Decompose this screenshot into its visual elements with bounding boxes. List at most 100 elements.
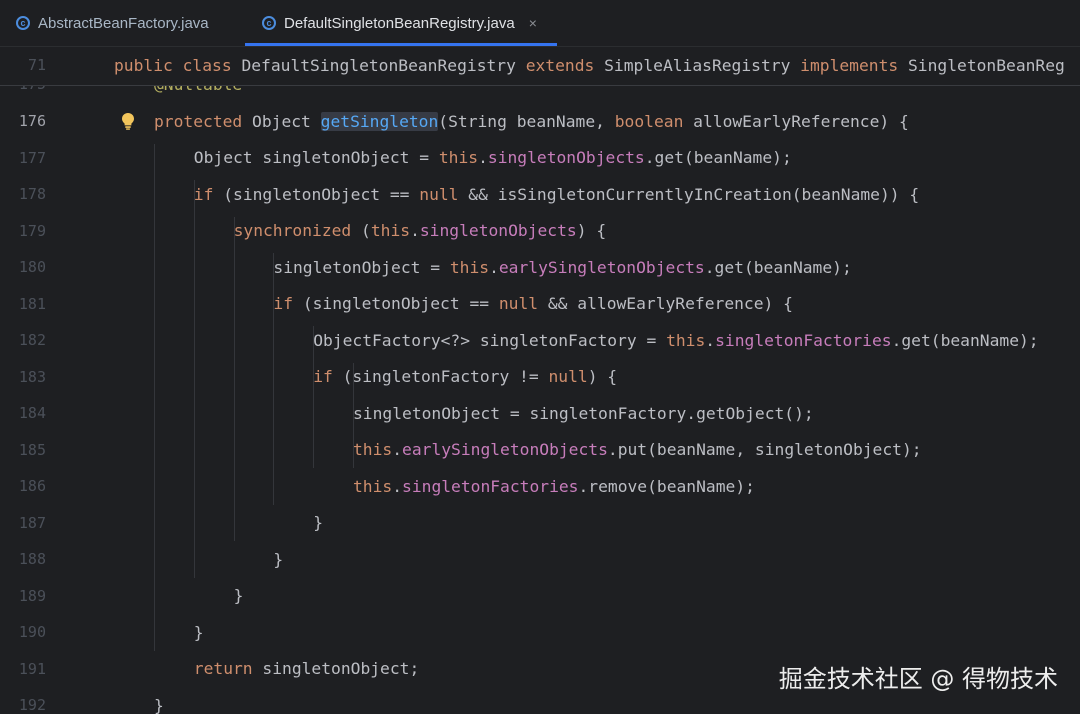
line-number: 175: [0, 85, 46, 93]
code-token: protected: [154, 111, 253, 131]
line-number: 178: [18, 185, 46, 203]
code-token: && allowEarlyReference) {: [547, 294, 793, 313]
annotation-nullable: @Nullable: [154, 85, 242, 94]
code-token: .get(beanName);: [644, 148, 792, 167]
code-line[interactable]: 185 this.earlySingletonObjects.put(beanNa…: [0, 432, 1080, 468]
code-token: allowEarlyReference) {: [693, 111, 909, 131]
line-number: 188: [18, 550, 46, 568]
code-line[interactable]: 188}: [0, 541, 1080, 577]
code-token: singletonObject = singletonFactory.getOb…: [353, 403, 814, 423]
code-editor[interactable]: 71 public class DefaultSingletonBeanRegi…: [0, 47, 1080, 714]
code-token: this: [438, 148, 479, 167]
line-number: 190: [18, 623, 46, 641]
code-token: singletonObjects: [419, 221, 577, 240]
code-token: && isSingletonCurrentlyInCreation(beanNa…: [468, 184, 920, 204]
code-token: earlySingletonObjects: [402, 440, 608, 459]
line-number: 192: [18, 696, 46, 714]
code-token: this: [666, 330, 706, 350]
code-line[interactable]: 182 ObjectFactory<?> singletonFactory = t…: [0, 322, 1080, 358]
code-token: (String beanName,: [438, 111, 615, 131]
code-token: .: [478, 148, 488, 167]
code-token: .: [489, 257, 499, 277]
code-line[interactable]: 179 synchronized (this.singletonObjects) …: [0, 213, 1080, 249]
code-line[interactable]: 180 singletonObject = this.earlySingleton…: [0, 249, 1080, 285]
code-text: singletonObject = singletonFactory.getOb…: [353, 404, 814, 423]
sticky-scroll-header[interactable]: 71 public class DefaultSingletonBeanRegi…: [0, 47, 1080, 86]
close-icon[interactable]: ×: [529, 15, 537, 31]
code-token: }: [233, 586, 244, 605]
code-token: public class: [114, 56, 242, 75]
code-token: SimpleAliasRegistry: [604, 56, 801, 75]
code-token: Object: [252, 111, 321, 131]
code-line[interactable]: 190}: [0, 614, 1080, 650]
line-number: 186: [18, 477, 46, 495]
code-line[interactable]: 186 this.singletonFactories.remove(beanNa…: [0, 468, 1080, 504]
tab-label: DefaultSingletonBeanRegistry.java: [284, 14, 515, 32]
line-number: 179: [18, 221, 46, 240]
indent-guide: [193, 180, 195, 578]
indent-guide: [353, 362, 354, 468]
active-tab-indicator: [245, 43, 557, 46]
code-token: singletonObject =: [273, 257, 450, 277]
code-token: null: [419, 184, 469, 204]
code-token: (singletonObject ==: [302, 294, 499, 313]
line-number: 184: [18, 404, 46, 422]
code-token: (singletonFactory !=: [342, 367, 549, 386]
code-token: .put(beanName, singletonObject);: [607, 440, 922, 459]
code-line[interactable]: 181 if (singletonObject == null && allowE…: [0, 286, 1080, 322]
line-number: 191: [18, 659, 46, 678]
code-line[interactable]: 176 protected Object getSingleton(String …: [0, 103, 1080, 139]
code-token: this: [449, 257, 490, 277]
code-text: }: [313, 513, 323, 532]
code-line[interactable]: 178 if (singletonObject == null && isSing…: [0, 176, 1080, 212]
code-text: }: [154, 696, 164, 714]
watermark: 掘金技术社区 @ 得物技术: [778, 665, 1058, 693]
line-number: 177: [18, 148, 46, 167]
code-token: .: [705, 330, 716, 350]
line-number: 71: [27, 56, 46, 74]
code-token: .remove(beanName);: [578, 476, 755, 496]
ide-window: c AbstractBeanFactory.java c DefaultSing…: [0, 0, 1080, 714]
code-line[interactable]: 187}: [0, 505, 1080, 541]
indent-guide: [313, 326, 315, 468]
line-number: 189: [18, 586, 46, 605]
line-number: 185: [18, 440, 46, 459]
code-token: singletonObjects: [487, 148, 645, 167]
code-line[interactable]: 183 if (singletonFactory != null) {: [0, 359, 1080, 395]
code-token: }: [154, 695, 164, 714]
code-token: .: [392, 440, 403, 459]
code-line[interactable]: 184 singletonObject = singletonFactory.ge…: [0, 395, 1080, 431]
code-token: implements: [800, 56, 908, 75]
code-text: }: [234, 586, 244, 605]
sticky-code-line: public class DefaultSingletonBeanRegistr…: [114, 56, 1065, 75]
code-token: .: [410, 221, 420, 240]
code-text: synchronized (this.singletonObjects) {: [234, 221, 607, 240]
code-line[interactable]: 189}: [0, 578, 1080, 614]
code-token: .: [392, 476, 403, 496]
code-text: if (singletonObject == null && allowEarl…: [273, 294, 793, 313]
line-number: 182: [18, 331, 46, 349]
line-number: 181: [18, 294, 46, 313]
tab-default-singleton-bean-registry[interactable]: c DefaultSingletonBeanRegistry.java ×: [262, 0, 537, 46]
code-token: singletonObject;: [262, 659, 420, 678]
class-c-icon: c: [262, 16, 276, 30]
partial-code-line: 175 @Nullable: [0, 85, 1080, 99]
line-number: 180: [18, 258, 46, 276]
code-token: .get(beanName);: [704, 257, 852, 277]
editor-tab-bar: c AbstractBeanFactory.java c DefaultSing…: [0, 0, 1080, 47]
tab-abstract-bean-factory[interactable]: c AbstractBeanFactory.java: [16, 0, 209, 46]
code-text: return singletonObject;: [194, 659, 419, 678]
code-token: }: [273, 549, 284, 569]
code-token: singletonFactories: [402, 476, 579, 496]
class-c-icon: c: [16, 16, 30, 30]
code-text: if (singletonFactory != null) {: [313, 367, 617, 386]
code-token: ) {: [587, 367, 618, 386]
code-text: }: [273, 550, 283, 569]
code-text: this.singletonFactories.remove(beanName)…: [353, 477, 755, 496]
code-token: null: [548, 367, 588, 386]
code-line[interactable]: 177 Object singletonObject = this.singlet…: [0, 140, 1080, 176]
indent-guide: [273, 253, 275, 505]
lightbulb-icon[interactable]: [121, 112, 135, 130]
tab-label: AbstractBeanFactory.java: [38, 14, 209, 32]
code-token: this: [370, 221, 411, 240]
